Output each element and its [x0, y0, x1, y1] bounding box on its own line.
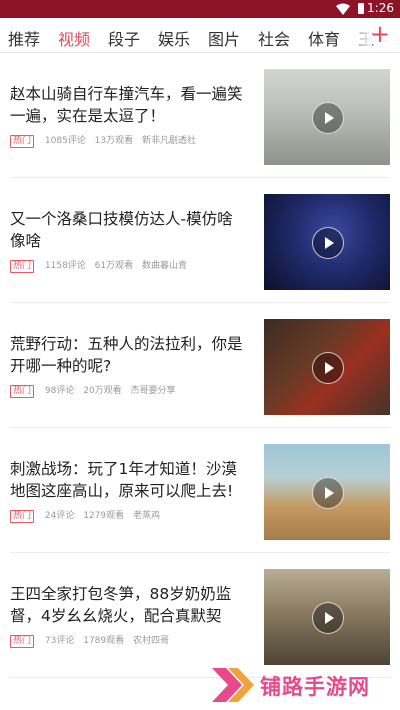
play-icon[interactable]: [312, 352, 344, 384]
video-feed: 赵本山骑自行车撞汽车，看一遍笑一遍，实在是太逗了！ 热门 1085评论 13万观…: [0, 53, 400, 678]
comment-count: 73评论: [44, 636, 75, 646]
hot-badge: 热门: [10, 510, 35, 523]
item-title[interactable]: 又一个洛桑口技模仿达人-模仿啥像啥: [10, 208, 248, 252]
item-title[interactable]: 赵本山骑自行车撞汽车，看一遍笑一遍，实在是太逗了！: [10, 83, 248, 127]
feed-item[interactable]: 荒野行动：五种人的法拉利，你是开哪一种的呢? 热门 98评论 20万观看 杰哥要…: [10, 303, 390, 428]
item-title[interactable]: 荒野行动：五种人的法拉利，你是开哪一种的呢?: [10, 333, 248, 377]
item-meta: 热门 73评论 1789观看 农村四哥: [10, 633, 169, 648]
hot-badge: 热门: [10, 635, 35, 648]
feed-item[interactable]: 刺激战场：玩了1年才知道！沙漠地图这座高山，原来可以爬上去! 热门 24评论 1…: [10, 428, 390, 553]
play-icon[interactable]: [312, 227, 344, 259]
feed-item[interactable]: 赵本山骑自行车撞汽车，看一遍笑一遍，实在是太逗了！ 热门 1085评论 13万观…: [10, 53, 390, 178]
battery-icon: [358, 3, 364, 14]
item-meta: 热门 24评论 1279观看 老蒸鸡: [10, 508, 160, 523]
view-count: 1279观看: [83, 511, 125, 521]
watermark-logo-icon: [212, 668, 254, 702]
item-source: 新非凡剧透社: [142, 136, 197, 146]
video-thumbnail[interactable]: [264, 194, 390, 290]
view-count: 1789观看: [83, 636, 125, 646]
comment-count: 24评论: [44, 511, 75, 521]
site-watermark: 铺路手游网: [208, 664, 398, 706]
item-meta: 热门 1158评论 61万观看 数曲暮山青: [10, 258, 187, 273]
watermark-text: 铺路手游网: [260, 675, 370, 699]
hot-badge: 热门: [10, 260, 35, 273]
feed-item[interactable]: 王四全家打包冬笋，88岁奶奶监督，4岁幺幺烧火，配合真默契 热门 73评论 17…: [10, 553, 390, 678]
wifi-icon: [336, 3, 350, 15]
hot-badge: 热门: [10, 135, 35, 148]
add-channel-icon[interactable]: +: [370, 22, 390, 46]
view-count: 20万观看: [83, 386, 122, 396]
item-title[interactable]: 王四全家打包冬笋，88岁奶奶监督，4岁幺幺烧火，配合真默契: [10, 583, 248, 627]
view-count: 61万观看: [94, 261, 134, 271]
play-icon[interactable]: [312, 602, 344, 634]
item-meta: 热门 1085评论 13万观看 新非凡剧透社: [10, 133, 196, 148]
feed-item[interactable]: 又一个洛桑口技模仿达人-模仿啥像啥 热门 1158评论 61万观看 数曲暮山青: [10, 178, 390, 303]
comment-count: 98评论: [44, 386, 75, 396]
video-thumbnail[interactable]: [264, 69, 390, 165]
item-source: 老蒸鸡: [133, 511, 161, 521]
video-thumbnail[interactable]: [264, 319, 390, 415]
tab-video[interactable]: 视频: [58, 26, 90, 50]
comment-count: 1085评论: [44, 136, 86, 146]
tab-jokes[interactable]: 段子: [108, 26, 140, 50]
status-time: 1:26: [367, 1, 394, 15]
item-title[interactable]: 刺激战场：玩了1年才知道！沙漠地图这座高山，原来可以爬上去!: [10, 458, 248, 502]
play-icon[interactable]: [312, 477, 344, 509]
tab-sports[interactable]: 体育: [308, 26, 340, 50]
item-source: 农村四哥: [133, 636, 170, 646]
status-bar: 1:26: [0, 0, 400, 18]
comment-count: 1158评论: [44, 261, 86, 271]
item-source: 杰哥要分享: [130, 386, 176, 396]
item-meta: 热门 98评论 20万观看 杰哥要分享: [10, 383, 176, 398]
video-thumbnail[interactable]: [264, 444, 390, 540]
tab-pictures[interactable]: 图片: [208, 26, 240, 50]
play-icon[interactable]: [312, 102, 344, 134]
item-source: 数曲暮山青: [142, 261, 188, 271]
category-tabs: 推荐 视频 段子 娱乐 图片 社会 体育 王 +: [0, 18, 400, 53]
view-count: 13万观看: [94, 136, 134, 146]
hot-badge: 热门: [10, 385, 35, 398]
video-thumbnail[interactable]: [264, 569, 390, 665]
tab-recommend[interactable]: 推荐: [8, 26, 40, 50]
tab-society[interactable]: 社会: [258, 26, 290, 50]
tab-entertainment[interactable]: 娱乐: [158, 26, 190, 50]
